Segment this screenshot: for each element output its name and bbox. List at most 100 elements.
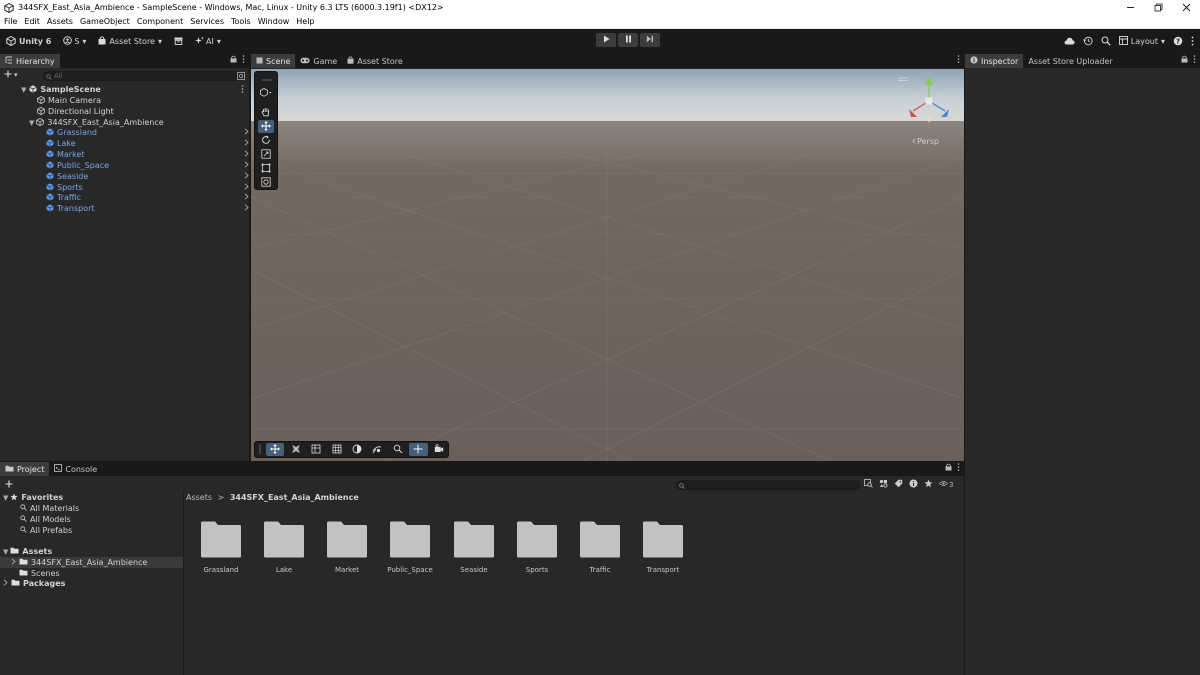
- chevron-right-icon[interactable]: [3, 579, 8, 588]
- breadcrumb-root[interactable]: Assets: [186, 493, 212, 502]
- folder-tile[interactable]: Traffic: [570, 521, 630, 574]
- menu-component[interactable]: Component: [134, 17, 186, 26]
- menu-edit[interactable]: Edit: [21, 17, 43, 26]
- pause-button[interactable]: [618, 33, 638, 47]
- project-tree-divider[interactable]: [183, 491, 184, 675]
- restore-button[interactable]: [1144, 0, 1172, 15]
- hierarchy-prefab-item[interactable]: Grassland: [46, 127, 249, 138]
- folder-tile[interactable]: Lake: [254, 521, 314, 574]
- scene-viewport[interactable]: [251, 69, 964, 461]
- play-button[interactable]: [596, 33, 616, 47]
- tab-console[interactable]: Console: [49, 462, 102, 476]
- drag-handle-icon[interactable]: [262, 75, 272, 84]
- asset-store-dropdown[interactable]: Asset Store ▾: [95, 33, 165, 50]
- close-button[interactable]: [1172, 0, 1200, 15]
- tool-rect[interactable]: [258, 162, 274, 175]
- hierarchy-scene-row[interactable]: ▼ SampleScene: [21, 84, 249, 95]
- assets-header[interactable]: ▼ Assets: [3, 546, 183, 557]
- step-button[interactable]: [640, 33, 660, 47]
- panel-menu-icon[interactable]: [957, 463, 960, 473]
- overlay-tool-search[interactable]: [389, 443, 407, 456]
- expand-arrow-icon[interactable]: ▼: [21, 86, 26, 94]
- overlay-tool-gizmos[interactable]: [409, 443, 428, 456]
- search-filter-icon[interactable]: [237, 72, 245, 82]
- panel-divider[interactable]: [0, 461, 964, 462]
- history-icon[interactable]: [1083, 36, 1093, 48]
- ai-dropdown[interactable]: AI ▾: [192, 33, 224, 50]
- tool-handle-dropdown[interactable]: [258, 87, 274, 100]
- lock-icon[interactable]: [945, 463, 952, 473]
- tab-inspector[interactable]: Inspector: [965, 54, 1024, 68]
- minimize-button[interactable]: [1116, 0, 1144, 15]
- tool-rotate[interactable]: [258, 134, 274, 147]
- hidden-packages-toggle[interactable]: 3: [938, 480, 953, 489]
- project-search-input[interactable]: [676, 480, 860, 490]
- assets-folder-item[interactable]: 344SFX_East_Asia_Ambience: [0, 557, 183, 568]
- overlay-tool-effects[interactable]: [368, 443, 386, 456]
- menu-window[interactable]: Window: [255, 17, 293, 26]
- hierarchy-search-input[interactable]: All: [43, 71, 241, 81]
- lock-icon[interactable]: [1181, 55, 1188, 65]
- panel-menu-icon[interactable]: [1193, 55, 1196, 65]
- cloud-icon[interactable]: [1064, 37, 1075, 47]
- hierarchy-prefab-item[interactable]: Transport: [46, 203, 249, 214]
- expand-arrow-icon[interactable]: ▼: [29, 119, 34, 127]
- help-icon[interactable]: ?: [1173, 36, 1183, 48]
- orientation-gizmo[interactable]: [898, 73, 955, 129]
- tab-asset-store-uploader[interactable]: Asset Store Uploader: [1023, 54, 1117, 68]
- folder-tile[interactable]: Transport: [633, 521, 693, 574]
- panel-divider[interactable]: [964, 54, 965, 675]
- account-dropdown[interactable]: S ▾: [60, 33, 89, 50]
- expand-arrow-icon[interactable]: ▼: [3, 494, 8, 502]
- hierarchy-item[interactable]: Main Camera: [37, 95, 249, 106]
- search-icon[interactable]: [1101, 36, 1111, 48]
- layout-dropdown[interactable]: Layout ▾: [1118, 33, 1165, 50]
- folder-tile[interactable]: Sports: [507, 521, 567, 574]
- hierarchy-prefab-item[interactable]: Seaside: [46, 171, 249, 182]
- overlay-tool-grid-visibility[interactable]: [327, 443, 345, 456]
- breadcrumb-current[interactable]: 344SFX_East_Asia_Ambience: [230, 493, 359, 502]
- favorites-item[interactable]: All Prefabs: [20, 525, 183, 536]
- favorites-item[interactable]: All Materials: [20, 503, 183, 514]
- panel-divider[interactable]: [249, 54, 251, 461]
- tool-hand[interactable]: [258, 106, 274, 119]
- star-favorite-icon[interactable]: [924, 479, 933, 490]
- menu-help[interactable]: Help: [293, 17, 317, 26]
- lock-icon[interactable]: [230, 55, 237, 65]
- tool-move[interactable]: [258, 120, 274, 133]
- drag-handle-icon[interactable]: [259, 443, 261, 456]
- folder-tile[interactable]: Public_Space: [380, 521, 440, 574]
- overlay-tool-pivot[interactable]: [286, 443, 304, 456]
- menu-tools[interactable]: Tools: [228, 17, 254, 26]
- hierarchy-prefab-item[interactable]: Market: [46, 149, 249, 160]
- hierarchy-prefab-item[interactable]: Lake: [46, 138, 249, 149]
- menu-assets[interactable]: Assets: [44, 17, 76, 26]
- label-tag-icon[interactable]: [894, 479, 903, 490]
- search-by-type-icon[interactable]: [864, 479, 873, 490]
- favorites-item[interactable]: All Models: [20, 514, 183, 525]
- unity-account-button[interactable]: Unity 6: [3, 33, 54, 50]
- tab-project[interactable]: Project: [0, 462, 50, 476]
- expand-arrow-icon[interactable]: ▼: [3, 548, 8, 556]
- scene-options-icon[interactable]: [241, 85, 244, 95]
- more-menu-icon[interactable]: [1191, 36, 1194, 48]
- tool-scale[interactable]: [258, 148, 274, 161]
- tab-hierarchy[interactable]: Hierarchy: [0, 54, 60, 68]
- menu-file[interactable]: File: [1, 17, 20, 26]
- tool-transform[interactable]: [258, 176, 274, 189]
- folder-tile[interactable]: Market: [317, 521, 377, 574]
- folder-tile[interactable]: Grassland: [191, 521, 251, 574]
- packages-header[interactable]: Packages: [3, 578, 183, 589]
- menu-gameobject[interactable]: GameObject: [77, 17, 133, 26]
- hierarchy-prefab-item[interactable]: Public_Space: [46, 160, 249, 171]
- overlay-tool-camera[interactable]: [430, 443, 448, 456]
- create-plus-button[interactable]: [5, 480, 13, 490]
- create-plus-button[interactable]: ▾: [4, 70, 18, 80]
- tab-scene[interactable]: Scene: [251, 54, 296, 68]
- hierarchy-item[interactable]: Directional Light: [37, 106, 249, 117]
- folder-tile[interactable]: Seaside: [444, 521, 504, 574]
- hierarchy-prefab-item[interactable]: Traffic: [46, 192, 249, 203]
- chevron-right-icon[interactable]: [11, 558, 16, 567]
- tab-game[interactable]: Game: [295, 54, 342, 68]
- overlay-tool-move[interactable]: [266, 443, 285, 456]
